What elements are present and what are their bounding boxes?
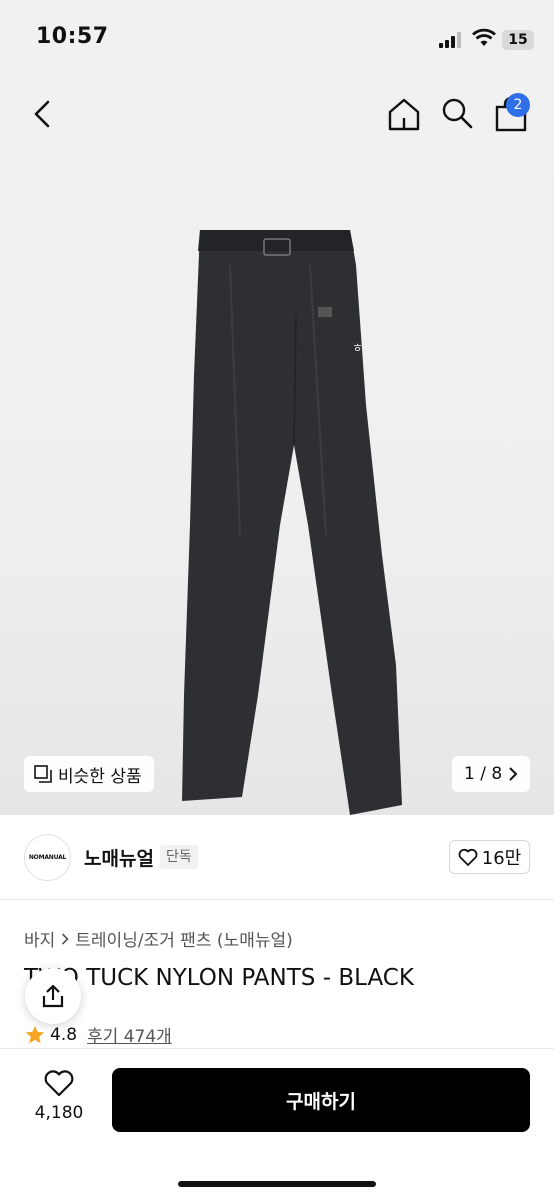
brand-logo[interactable]: NOMANUAL <box>24 834 71 881</box>
buy-button[interactable]: 구매하기 <box>112 1068 530 1132</box>
brand-like-count: 16만 <box>481 848 522 869</box>
share-button[interactable] <box>25 968 81 1024</box>
status-time: 10:57 <box>36 24 109 49</box>
similar-products-button[interactable]: 비슷한 상품 <box>24 756 154 792</box>
breadcrumb-category[interactable]: 바지 <box>24 926 55 951</box>
similar-items-icon <box>34 765 52 783</box>
cellular-signal-icon <box>439 32 461 48</box>
page-indicator-text: 1 / 8 <box>464 764 503 784</box>
product-image-gallery[interactable]: 2 ㅎ 비슷한 상품 1 / 8 <box>0 70 554 815</box>
image-page-indicator[interactable]: 1 / 8 <box>452 756 530 792</box>
similar-products-label: 비슷한 상품 <box>58 766 142 787</box>
breadcrumb: 바지 트레이닝/조거 팬츠 (노매뉴얼) <box>24 926 293 951</box>
chevron-right-icon <box>509 767 518 781</box>
exclusive-tag: 단독 <box>160 845 198 869</box>
brand-row: NOMANUAL 노매뉴얼 단독 16만 <box>0 816 554 900</box>
heart-icon <box>458 848 478 866</box>
battery-indicator: 15 <box>502 30 534 50</box>
back-arrow-icon[interactable] <box>28 100 56 128</box>
breadcrumb-subcategory[interactable]: 트레이닝/조거 팬츠 (노매뉴얼) <box>75 926 292 951</box>
product-title: TWO TUCK NYLON PANTS - BLACK <box>24 965 414 991</box>
product-photo: ㅎ <box>182 230 402 815</box>
chevron-right-icon <box>62 932 69 945</box>
rating-value: 4.8 <box>50 1024 78 1045</box>
product-rating: 4.8 후기 474개 <box>24 1022 172 1047</box>
wishlist-count: 4,180 <box>34 1103 84 1123</box>
svg-text:ㅎ: ㅎ <box>352 341 363 355</box>
home-icon[interactable] <box>386 96 422 132</box>
brand-name[interactable]: 노매뉴얼 <box>84 844 154 871</box>
brand-like-button[interactable]: 16만 <box>449 840 530 874</box>
home-indicator <box>178 1181 376 1187</box>
wifi-icon <box>472 28 496 46</box>
share-icon <box>42 984 64 1008</box>
review-link[interactable]: 후기 474개 <box>87 1022 172 1047</box>
divider <box>0 899 554 900</box>
bottom-action-bar: 4,180 구매하기 <box>0 1048 554 1200</box>
star-icon <box>25 1025 45 1043</box>
status-bar: 10:57 15 <box>0 0 554 70</box>
cart-count-badge: 2 <box>506 93 530 117</box>
wishlist-button[interactable]: 4,180 <box>28 1069 90 1123</box>
heart-icon <box>44 1070 74 1097</box>
search-icon[interactable] <box>440 96 474 130</box>
